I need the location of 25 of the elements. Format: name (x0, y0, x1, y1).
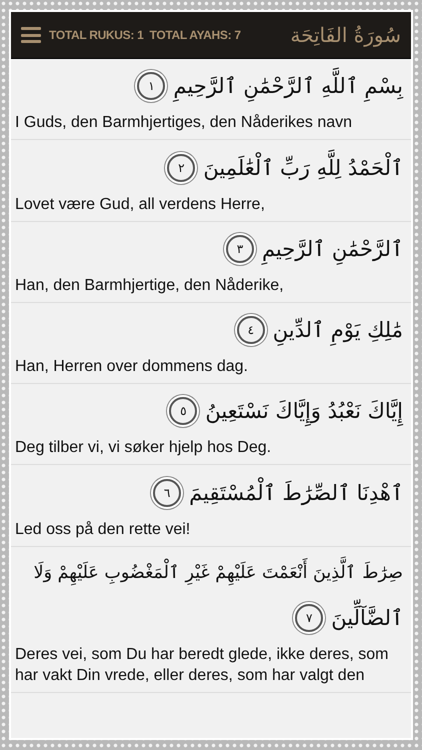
verse-translation: Deg tilber vi, vi søker hjelp hos Deg. (14, 438, 272, 458)
verse-translation: Led oss på den rette vei! (14, 520, 192, 540)
arabic-verse-text: مَٰلِكِ يَوْمِ ٱلدِّينِ (272, 308, 403, 352)
verse-translation: Han, Herren over dommens dag. (14, 357, 249, 377)
verse-translation: Han, den Barmhjertige, den Nåderike, (14, 276, 285, 296)
arabic-verse-text: صِرَٰطَ ٱلَّذِينَ أَنْعَمْتَ عَلَيْهِمْ غَيْرِ ٱلْمَغْضُوبِ عَلَيْهِمْ وَلَا (34, 550, 403, 595)
menu-icon[interactable] (21, 27, 41, 43)
arabic-verse-text: إِيَّاكَ نَعْبُدُ وَإِيَّاكَ نَسْتَعِينُ (205, 389, 403, 434)
ayah-number: ٥ (169, 397, 198, 426)
ayah-number: ٦ (153, 478, 182, 506)
arabic-verse-text: ٱلرَّحْمَٰنِ ٱلرَّحِيمِ (262, 226, 403, 271)
ayah-number: ١ (137, 72, 166, 100)
arabic-verse-text: ٱلْحَمْدُ لِلَّهِ رَبِّ ٱلْعَٰلَمِينَ (203, 146, 403, 190)
verse-translation: I Guds, den Barmhjertiges, den Nåderikes navn (14, 113, 354, 134)
verse-translation: Deres vei, som Du har beredt glede, ikke deres, som har vakt Din vrede, eller deres, som har valgt den (14, 644, 390, 686)
ayah-number: ٣ (226, 234, 254, 263)
surah-info: TOTAL RUKUS: 1 TOTAL AYAHS: 7 (49, 28, 242, 42)
arabic-verse-text: ٱهْدِنَا ٱلصِّرَٰطَ ٱلْمُسْتَقِيمَ (189, 470, 403, 514)
arabic-verse-text: ٱلضَّآلِّينَ (331, 596, 403, 640)
ayah-number: ٧ (295, 604, 324, 632)
surah-title: سُورَةُ الفَاتِحَة (290, 23, 401, 47)
arabic-verse-text: بِسْمِ ٱللَّهِ ٱلرَّحْمَٰنِ ٱلرَّحِيمِ (173, 64, 403, 108)
verse-translation: Lovet være Gud, all verdens Herre, (14, 194, 266, 214)
ayah-number: ٢ (167, 154, 196, 182)
ayah-number: ٤ (236, 316, 265, 344)
